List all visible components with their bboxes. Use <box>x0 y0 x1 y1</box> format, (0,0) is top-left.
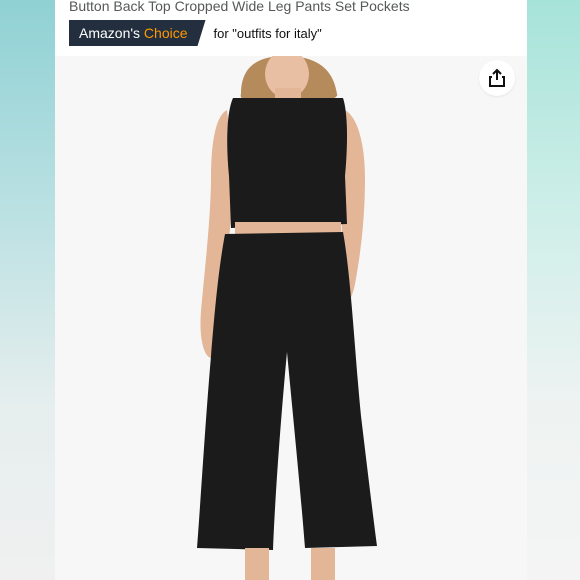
amazons-choice-badge[interactable]: Amazon's Choice <box>69 20 206 46</box>
product-image-gallery[interactable] <box>55 56 527 580</box>
product-page: Button Back Top Cropped Wide Leg Pants S… <box>55 0 527 580</box>
badge-context: for "outfits for italy" <box>213 25 322 41</box>
share-icon <box>489 68 505 87</box>
cropped-top <box>227 98 347 228</box>
badge-highlight: Choice <box>143 25 188 41</box>
amazons-choice-row: Amazon's Choice for "outfits for italy" <box>69 20 322 46</box>
badge-prefix: Amazon's <box>79 25 141 41</box>
model-right-foot <box>311 548 335 580</box>
product-title[interactable]: Button Back Top Cropped Wide Leg Pants S… <box>69 0 519 16</box>
background-right-edge <box>527 0 580 580</box>
model-left-foot <box>245 548 269 580</box>
product-image <box>197 56 377 580</box>
background-left-edge <box>0 0 55 580</box>
share-button[interactable] <box>479 60 515 96</box>
